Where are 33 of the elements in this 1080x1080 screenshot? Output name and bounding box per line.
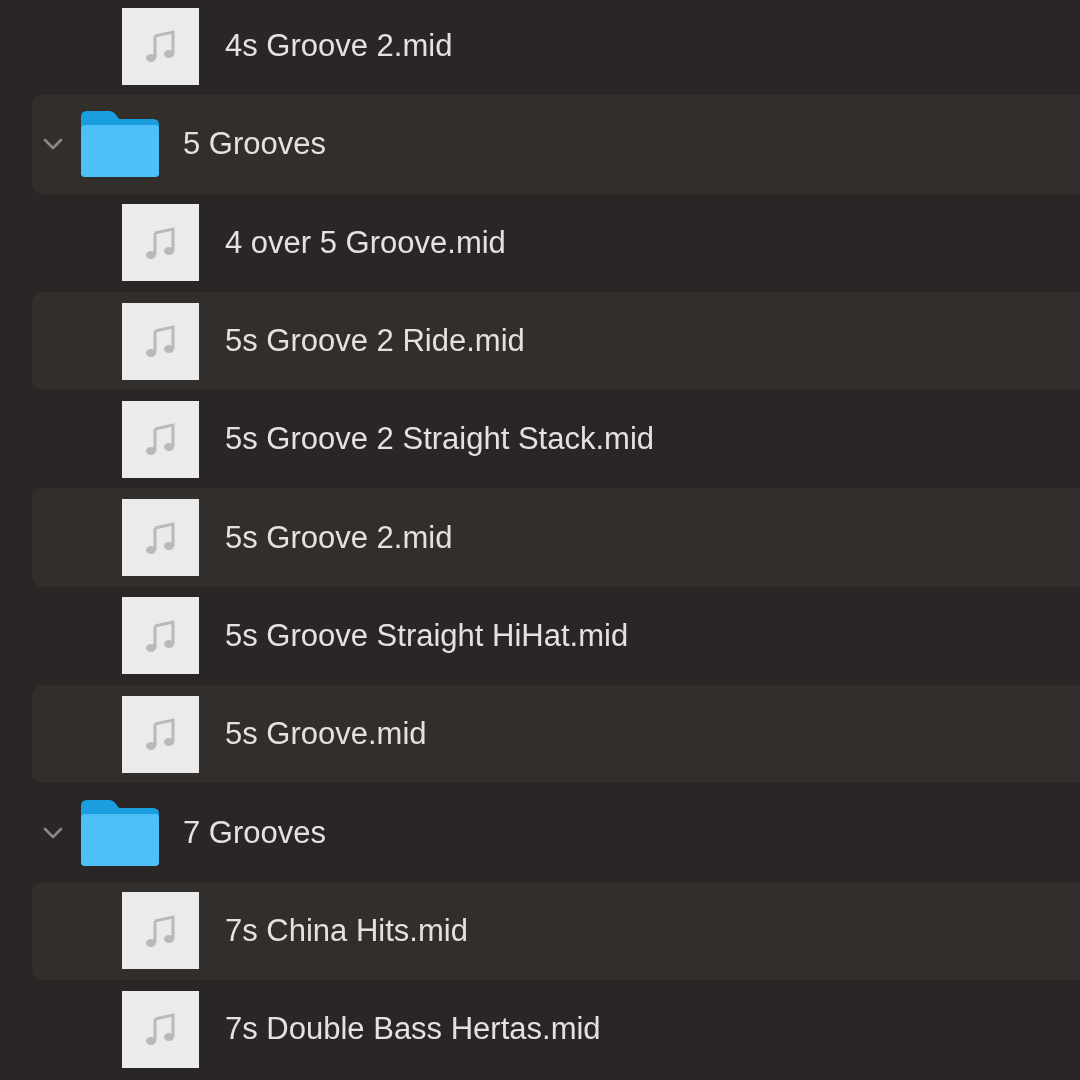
file-name: 7s Double Bass Hertas.mid	[225, 1011, 601, 1048]
music-file-icon	[122, 400, 199, 478]
music-file-icon	[122, 499, 199, 577]
file-row[interactable]: 5s Groove 2.mid	[32, 488, 1080, 587]
file-row[interactable]: 5s Groove Straight HiHat.mid	[32, 586, 1080, 686]
file-row[interactable]: 5s Groove.mid	[32, 685, 1080, 784]
file-name: 5s Groove 2 Ride.mid	[225, 323, 525, 360]
file-row[interactable]: 4 over 5 Groove.mid	[32, 193, 1080, 292]
file-name: 4 over 5 Groove.mid	[225, 224, 506, 261]
music-file-icon	[122, 302, 199, 380]
file-row[interactable]: 7s China Hits.mid	[32, 881, 1080, 980]
file-name: 7s China Hits.mid	[225, 912, 468, 949]
music-file-icon	[122, 695, 199, 773]
file-name: 5s Groove 2 Straight Stack.mid	[225, 421, 655, 458]
file-name: 4s Groove 2.mid	[225, 28, 453, 65]
file-row[interactable]: 5s Groove 2 Straight Stack.mid	[32, 390, 1080, 489]
music-file-icon	[122, 597, 199, 675]
file-name: 5s Groove 2.mid	[225, 519, 453, 556]
folder-icon	[79, 109, 161, 180]
music-file-icon	[122, 990, 199, 1068]
file-row[interactable]: 4s Groove 2.mid	[32, 0, 1080, 96]
file-name: 5s Groove.mid	[225, 716, 427, 753]
music-file-icon	[122, 892, 199, 970]
folder-name: 5 Grooves	[183, 126, 326, 163]
file-row[interactable]: 5s Groove 2 Ride.mid	[32, 291, 1080, 391]
folder-row[interactable]: 7 Grooves	[32, 783, 1080, 882]
folder-row[interactable]: 5 Grooves	[32, 95, 1080, 194]
folder-icon	[79, 797, 161, 868]
music-file-icon	[122, 7, 199, 85]
file-row[interactable]: 7s Double Bass Hertas.mid	[32, 979, 1080, 1079]
file-name: 5s Groove Straight HiHat.mid	[225, 617, 629, 654]
music-file-icon	[122, 204, 199, 282]
folder-name: 7 Grooves	[183, 814, 326, 851]
